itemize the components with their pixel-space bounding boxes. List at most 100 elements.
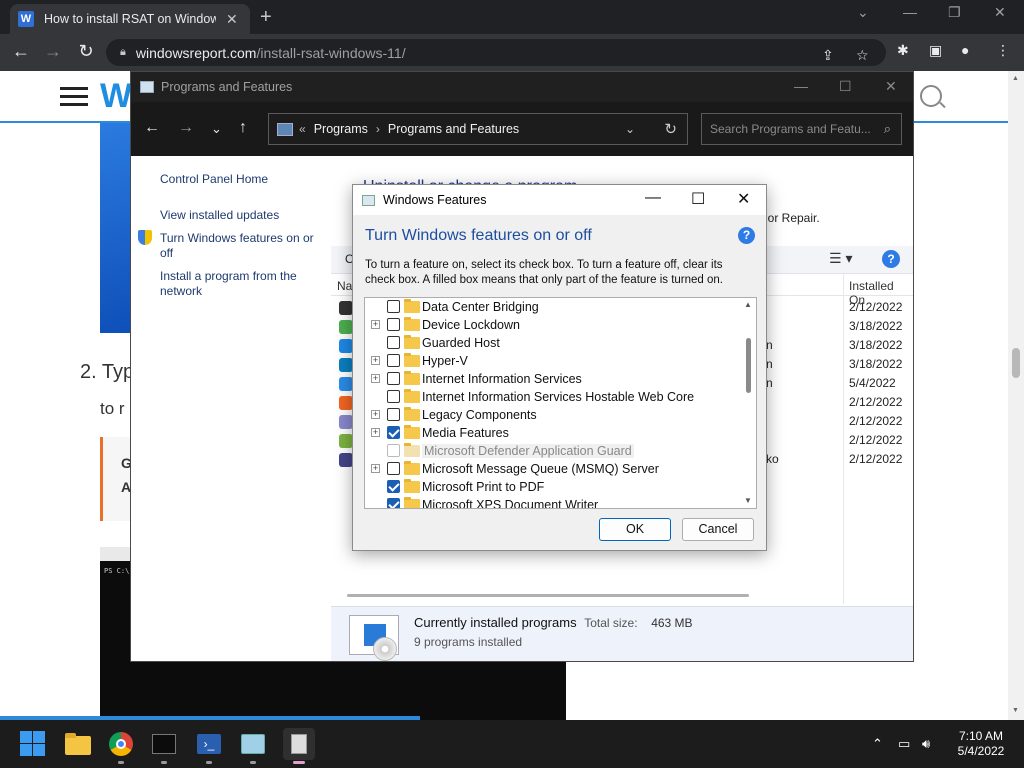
expand-plus-icon[interactable]: + [371,464,380,473]
feature-row[interactable]: Data Center Bridging [365,298,745,316]
page-scroll-thumb[interactable] [1012,348,1020,378]
feature-row[interactable]: + Device Lockdown [365,316,745,334]
share-icon[interactable]: ⇪ [822,47,834,64]
browser-tab[interactable]: W How to install RSAT on Windows ✕ [10,4,250,34]
up-level-icon[interactable]: ↑ [239,119,247,137]
breadcrumb-overflow-icon[interactable]: « [299,122,306,136]
features-close-icon[interactable]: ✕ [737,189,750,209]
features-help-icon[interactable]: ? [738,227,755,244]
install-from-network-link[interactable]: Install a program from the network [160,269,320,299]
profile-avatar-icon[interactable]: ● [961,42,969,58]
feature-row[interactable]: + Media Features [365,424,745,442]
program-icon[interactable] [339,377,353,391]
programs-maximize-icon[interactable]: ☐ [839,78,852,95]
programs-help-icon[interactable]: ? [882,250,900,268]
browser-minimize-icon[interactable]: — [903,4,917,20]
breadcrumb-programs[interactable]: Programs [314,122,368,136]
feature-row[interactable]: + Hyper-V [365,352,745,370]
browser-close-icon[interactable]: ✕ [994,4,1006,21]
expand-plus-icon[interactable]: + [371,428,380,437]
program-icon[interactable] [339,358,353,372]
chrome-icon[interactable] [107,730,135,758]
refresh-icon[interactable]: ↻ [664,120,677,138]
feature-checkbox[interactable] [387,336,400,349]
features-titlebar[interactable]: Windows Features — ☐ ✕ [353,185,766,215]
page-scrollbar[interactable]: ▲ ▼ [1008,71,1024,720]
program-icon[interactable] [339,320,353,334]
browser-restore-icon[interactable]: ❐ [948,4,961,21]
control-panel-home-link[interactable]: Control Panel Home [160,172,320,187]
feature-checkbox[interactable] [387,300,400,313]
program-icon[interactable] [339,415,353,429]
feature-row[interactable]: + Legacy Components [365,406,745,424]
file-explorer-icon[interactable] [64,730,92,758]
hamburger-menu-icon[interactable] [60,87,88,107]
feature-checkbox[interactable] [387,390,400,403]
expand-plus-icon[interactable]: + [371,374,380,383]
start-windows-icon[interactable] [19,730,47,758]
new-tab-icon[interactable]: + [260,6,272,29]
bookmark-star-icon[interactable]: ☆ [856,47,869,64]
expand-plus-icon[interactable]: + [371,356,380,365]
feature-checkbox[interactable] [387,480,400,493]
side-panel-icon[interactable]: ▣ [929,42,942,59]
features-minimize-icon[interactable]: — [645,189,661,207]
address-dropdown-icon[interactable]: ⌄ [625,122,635,136]
expand-plus-icon[interactable]: + [371,320,380,329]
cancel-button[interactable]: Cancel [682,518,754,541]
network-icon[interactable]: ▭ [898,736,910,752]
programs-minimize-icon[interactable]: — [794,78,808,94]
back-arrow-icon[interactable]: ← [10,41,32,62]
feature-checkbox[interactable] [387,426,400,439]
extensions-puzzle-icon[interactable]: ✱ [897,42,909,59]
feature-checkbox[interactable] [387,408,400,421]
windows-features-taskbar-icon[interactable] [283,728,315,760]
tray-overflow-chevron-icon[interactable]: ⌃ [872,736,883,752]
tab-close-icon[interactable]: ✕ [226,11,238,28]
browser-menu-icon[interactable]: ⋮ [996,42,1010,59]
features-scroll-thumb[interactable] [746,338,751,393]
programs-search-input[interactable]: Search Programs and Featu... ⌕ [701,113,902,145]
programs-close-icon[interactable]: ✕ [885,78,897,95]
programs-window-titlebar[interactable]: Programs and Features — ☐ ✕ [131,72,913,102]
control-panel-taskbar-icon[interactable] [239,730,267,758]
features-scrollbar[interactable]: ▲ ▼ [741,298,756,508]
programs-hscroll-thumb[interactable] [347,594,749,597]
explorer-forward-icon[interactable]: → [178,119,194,137]
feature-row[interactable]: Internet Information Services Hostable W… [365,388,745,406]
tab-search-chevron-icon[interactable]: ⌄ [857,4,869,21]
program-icon[interactable] [339,339,353,353]
page-scroll-down-icon[interactable]: ▼ [1012,707,1019,714]
volume-icon[interactable]: 🔊︎ [922,736,930,752]
feature-row[interactable]: Microsoft Print to PDF [365,478,745,496]
explorer-breadcrumb[interactable]: « Programs › Programs and Features ⌄ ↻ [268,113,688,145]
program-icon[interactable] [339,396,353,410]
feature-checkbox[interactable] [387,372,400,385]
features-scroll-up-icon[interactable]: ▲ [744,300,752,309]
feature-row[interactable]: Guarded Host [365,334,745,352]
address-bar[interactable]: 🔒︎ windowsreport.com/install-rsat-window… [106,39,886,66]
breadcrumb-programs-features[interactable]: Programs and Features [388,122,519,136]
feature-row[interactable]: Microsoft XPS Document Writer [365,496,745,508]
reload-icon[interactable]: ↻ [75,41,97,62]
taskbar-clock[interactable]: 7:10 AM 5/4/2022 [950,729,1012,759]
feature-row[interactable]: + Microsoft Message Queue (MSMQ) Server [365,460,745,478]
page-scroll-up-icon[interactable]: ▲ [1012,75,1019,82]
explorer-back-icon[interactable]: ← [144,119,160,137]
forward-arrow-icon[interactable]: → [42,41,64,62]
view-installed-updates-link[interactable]: View installed updates [160,208,320,223]
terminal-icon[interactable] [150,730,178,758]
program-icon[interactable] [339,453,353,467]
turn-features-link[interactable]: Turn Windows features on or off [160,231,320,261]
feature-checkbox[interactable] [387,354,400,367]
features-scroll-down-icon[interactable]: ▼ [744,496,752,505]
recent-locations-chevron-icon[interactable]: ⌄ [211,121,222,137]
feature-checkbox[interactable] [387,318,400,331]
ok-button[interactable]: OK [599,518,671,541]
site-search-icon[interactable] [920,85,942,107]
program-icon[interactable] [339,301,353,315]
view-options-icon[interactable]: ☰ ▾ [829,250,852,267]
feature-checkbox[interactable] [387,462,400,475]
feature-row[interactable]: Microsoft Defender Application Guard [365,442,745,460]
site-logo[interactable]: W [100,77,132,116]
